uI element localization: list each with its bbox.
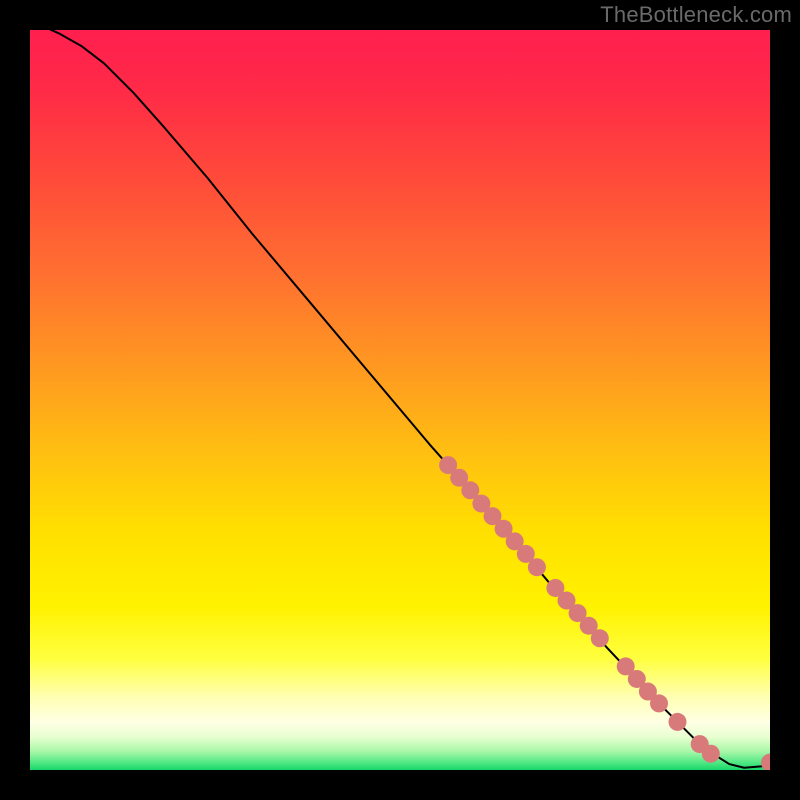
data-point bbox=[650, 694, 668, 712]
chart-svg bbox=[30, 30, 770, 770]
data-point bbox=[702, 745, 720, 763]
data-point bbox=[528, 558, 546, 576]
data-point bbox=[669, 713, 687, 731]
data-point bbox=[591, 629, 609, 647]
gradient-background bbox=[30, 30, 770, 770]
chart-stage: TheBottleneck.com bbox=[0, 0, 800, 800]
watermark-text: TheBottleneck.com bbox=[600, 2, 792, 28]
plot-area bbox=[30, 30, 770, 770]
